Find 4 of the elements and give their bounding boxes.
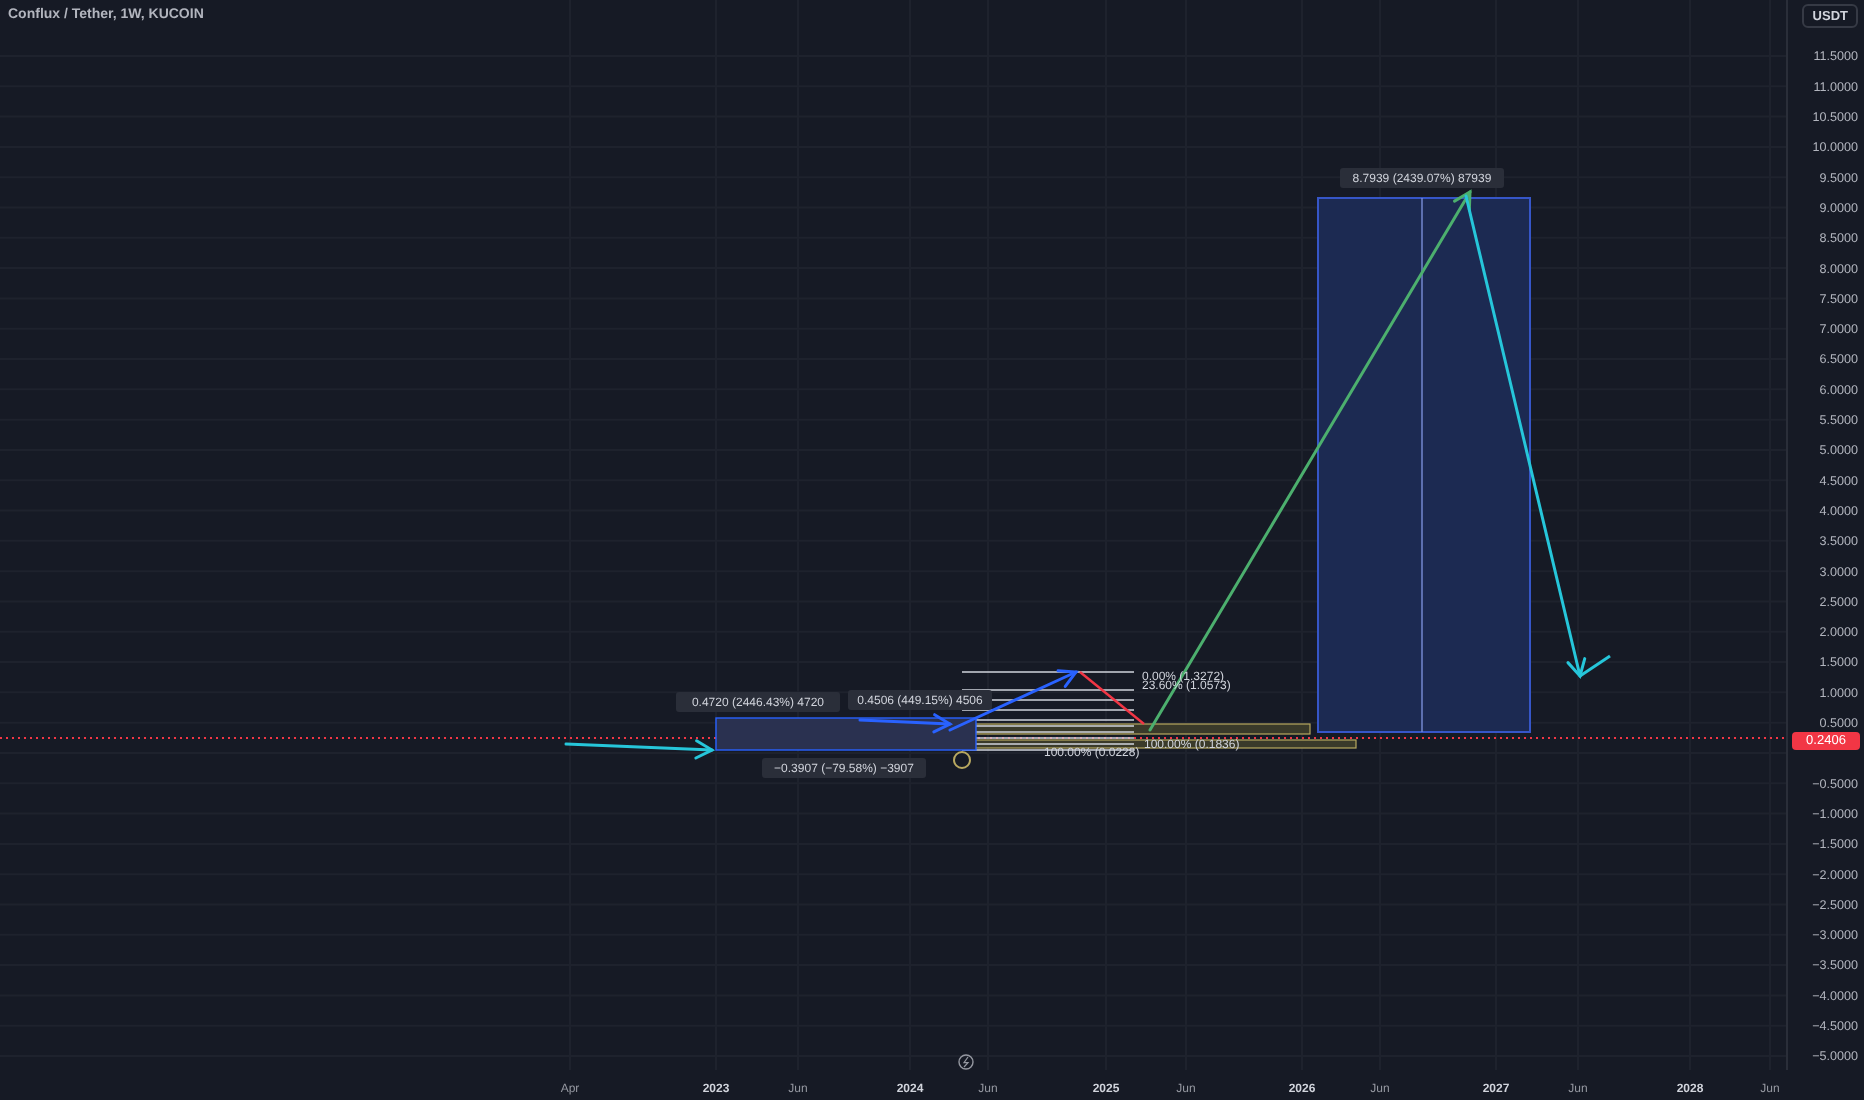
trend-line bbox=[1079, 671, 1145, 725]
coin-icon bbox=[953, 751, 971, 769]
lightning-icon[interactable] bbox=[958, 1054, 974, 1070]
trend-line bbox=[1579, 654, 1611, 678]
